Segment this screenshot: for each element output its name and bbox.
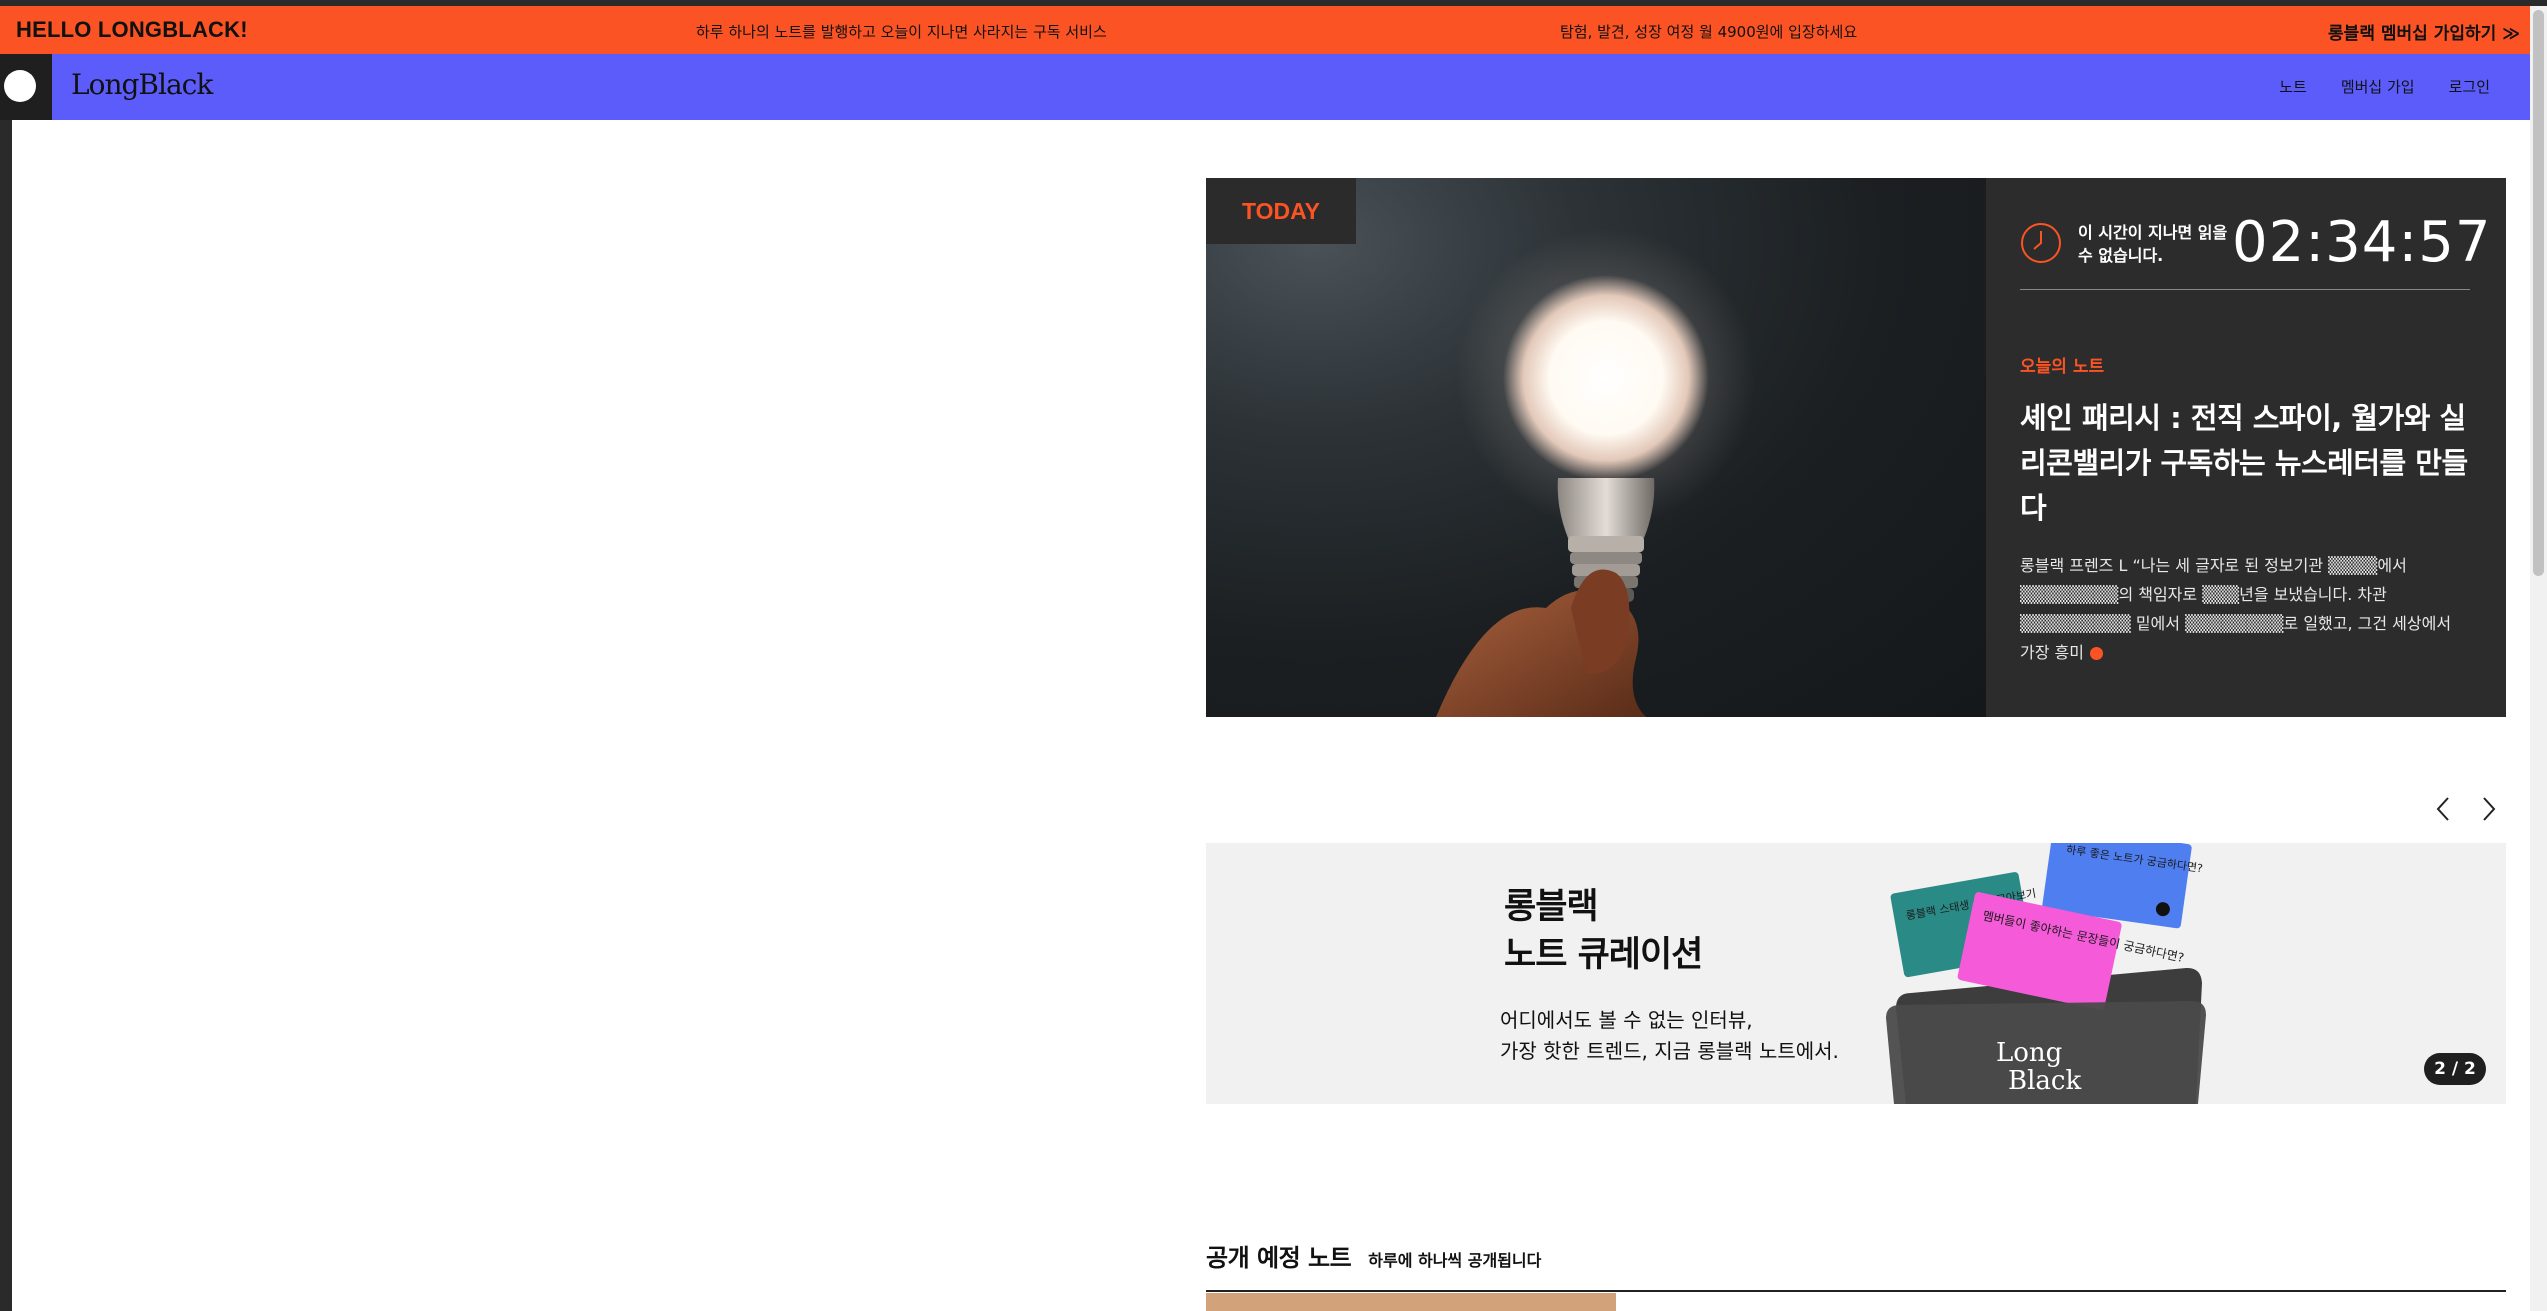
lightbulb-illustration <box>1436 228 1756 717</box>
nav-links: 노트 멤버십 가입 로그인 <box>2279 76 2490 97</box>
banner-sub-line2: 가장 핫한 트렌드, 지금 롱블랙 노트에서. <box>1500 1039 1839 1063</box>
next-arrow-icon[interactable] <box>2474 795 2502 823</box>
upcoming-title: 공개 예정 노트 <box>1206 1244 1352 1272</box>
scrollbar-thumb[interactable] <box>2533 10 2544 576</box>
today-note-card[interactable]: TODAY 이 시간이 지나면 읽을 수 없습니다. 02:34:57 오늘의 … <box>1206 178 2506 717</box>
membership-cta-link[interactable]: 롱블랙 멤버십 가입하기 ≫ <box>2328 19 2520 44</box>
banner-subtitle: 어디에서도 볼 수 없는 인터뷰, 가장 핫한 트렌드, 지금 롱블랙 노트에서… <box>1500 1005 1839 1067</box>
upcoming-note-card[interactable] <box>1206 1293 1616 1311</box>
upcoming-subtitle: 하루에 하나씩 공개됩니다 <box>1368 1251 1542 1270</box>
note-folder-illustration: 롱블랙 스태생 위크 모아보기 하루 좋은 노트가 궁금하다면? 멤버들이 좋아… <box>1886 843 2206 1104</box>
promo-bar: HELLO LONGBLACK! 하루 하나의 노트를 발행하고 오늘이 지나면… <box>0 6 2530 54</box>
banner-pager: 2 / 2 <box>2424 1053 2486 1085</box>
timer-note: 이 시간이 지나면 읽을 수 없습니다. <box>2078 223 2228 265</box>
upcoming-divider <box>1206 1290 2506 1292</box>
banner-sub-line1: 어디에서도 볼 수 없는 인터뷰, <box>1500 1008 1753 1032</box>
today-note-title[interactable]: 셰인 패리시 : 전직 스파이, 월가와 실리콘밸리가 구독하는 뉴스레터를 만… <box>2020 396 2490 531</box>
banner-title: 롱블랙 노트 큐레이션 <box>1504 883 1703 979</box>
banner-title-line1: 롱블랙 <box>1504 887 1599 927</box>
banner-title-line2: 노트 큐레이션 <box>1504 935 1703 975</box>
nav-link-membership[interactable]: 멤버십 가입 <box>2341 76 2415 97</box>
hero-lightbulb-image: TODAY <box>1206 178 1986 717</box>
menu-dot-icon[interactable] <box>4 70 36 102</box>
red-dot-icon <box>2089 647 2103 660</box>
today-note-panel: 이 시간이 지나면 읽을 수 없습니다. 02:34:57 오늘의 노트 셰인 … <box>1986 178 2506 717</box>
today-note-excerpt: 롱블랙 프렌즈 L “나는 세 글자로 된 정보기관 ▒▒▒▒에서 ▒▒▒▒▒▒… <box>2020 551 2470 667</box>
site-logo[interactable]: LongBlack <box>71 68 213 101</box>
upcoming-notes-header: 공개 예정 노트 하루에 하나씩 공개됩니다 <box>1206 1238 1541 1273</box>
folder-logo-1: Long <box>1996 1038 2062 1068</box>
promo-text-left: 하루 하나의 노트를 발행하고 오늘이 지나면 사라지는 구독 서비스 <box>696 23 1107 41</box>
panel-divider <box>2020 289 2470 290</box>
prev-arrow-icon[interactable] <box>2430 795 2458 823</box>
nav-link-notes[interactable]: 노트 <box>2279 76 2307 97</box>
today-note-label: 오늘의 노트 <box>2020 357 2105 377</box>
today-badge: TODAY <box>1206 178 1356 244</box>
folder-logo-2: Black <box>2008 1066 2081 1096</box>
excerpt-text: 롱블랙 프렌즈 L “나는 세 글자로 된 정보기관 ▒▒▒▒에서 ▒▒▒▒▒▒… <box>2020 556 2452 662</box>
clock-icon <box>2021 223 2061 263</box>
curation-banner[interactable]: 롱블랙 노트 큐레이션 어디에서도 볼 수 없는 인터뷰, 가장 핫한 트렌드,… <box>1206 843 2506 1104</box>
promo-brand: HELLO LONGBLACK! <box>16 17 248 42</box>
promo-text-right: 탐험, 발견, 성장 여정 월 4900원에 입장하세요 <box>1560 23 1858 41</box>
main-nav: LongBlack 노트 멤버십 가입 로그인 <box>52 54 2530 120</box>
countdown-timer: 02:34:57 <box>2232 210 2492 275</box>
nav-link-login[interactable]: 로그인 <box>2449 76 2490 97</box>
left-rail <box>0 54 12 1311</box>
